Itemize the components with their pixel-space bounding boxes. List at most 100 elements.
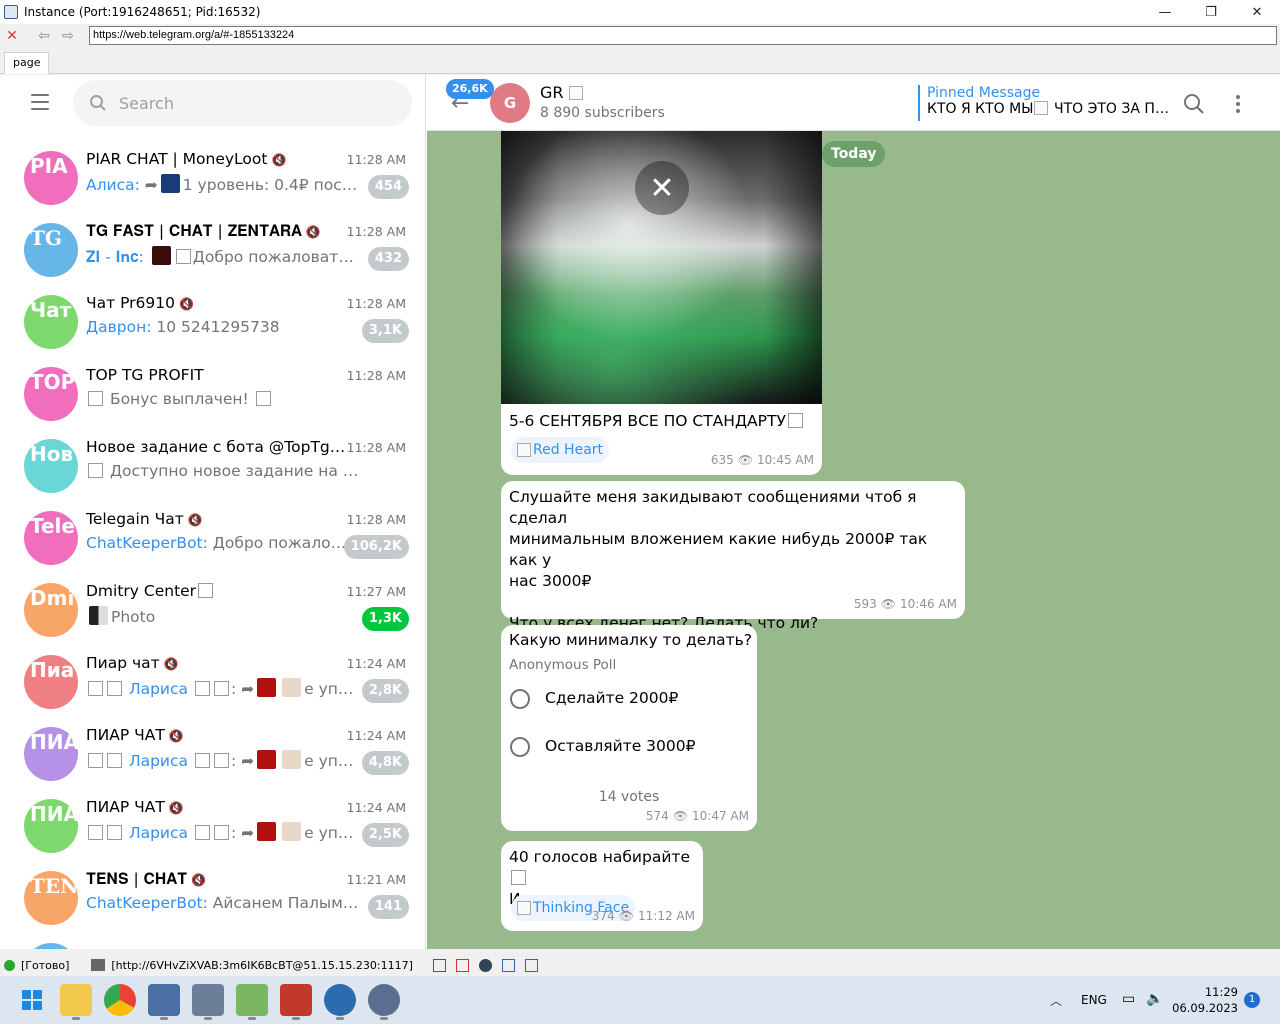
poll-bubble: Какую минималку то делать? Anonymous Pol… <box>501 625 757 831</box>
hamburger-menu-icon[interactable] <box>24 91 56 113</box>
chat-item[interactable]: Dmi Dmitry Center 11:27 AM Photo 1,3K <box>0 572 425 644</box>
tool-icon[interactable] <box>478 958 492 972</box>
back-arrow-icon[interactable]: ⇦ <box>32 25 56 47</box>
tool-icon[interactable] <box>432 958 446 972</box>
forward-icon: ➦ <box>241 824 255 842</box>
chat-item[interactable]: ПИА ПИАР ЧАТ🔇 11:24 AM Лариса : ➦е упус…… <box>0 716 425 788</box>
message-meta: 574 👁 10:47 AM <box>646 806 749 827</box>
chat-item[interactable]: TEN 𝐓𝐄𝐍𝐒 | 𝐂𝐇𝐀𝐓 🔇 11:21 AM ChatKeeperBot:… <box>0 860 425 932</box>
chat-item[interactable]: Нов Новое задание с бота @TopTgPr… 11:28… <box>0 428 425 500</box>
maximize-button[interactable]: ❐ <box>1188 0 1234 24</box>
muted-icon: 🔇 <box>168 801 184 815</box>
chat-avatar: Пиа <box>24 655 78 709</box>
message-text: нас 3000₽ <box>509 572 592 590</box>
unknown-emoji-icon <box>88 463 103 478</box>
windows-start-icon[interactable] <box>16 984 48 1016</box>
muted-icon: 🔇 <box>305 225 321 239</box>
unknown-emoji-icon <box>194 825 210 840</box>
pinned-title: Pinned Message <box>927 85 1041 101</box>
chat-item[interactable]: Пиа Пиар чат🔇 11:24 AM Лариса : ➦е упус…… <box>0 644 425 716</box>
chat-avatar: Нов <box>24 439 78 493</box>
view-count: 374 <box>591 909 615 923</box>
chat-item[interactable]: TG 𝐓𝐆 𝐅𝐀𝐒𝐓 | 𝐂𝐇𝐀𝐓 | 𝐙𝐄𝐍𝐓𝐀𝐑𝐀 🔇 11:28 AM 𝐙𝐈… <box>0 212 425 284</box>
chat-item[interactable]: Чат Чат Pr6910 🔇 11:28 AM Даврон: 10 5241… <box>0 284 425 356</box>
notepad-icon[interactable] <box>236 984 268 1020</box>
virtualbox-icon[interactable] <box>148 984 180 1020</box>
chat-item[interactable]: Tele Telegain Чат 🔇 11:28 AM ChatKeeperBo… <box>0 500 425 572</box>
chat-name: Пиар чат <box>86 654 160 672</box>
chat-name: 𝐓𝐄𝐍𝐒 | 𝐂𝐇𝐀𝐓 <box>86 870 188 888</box>
unread-badge: 2,5K <box>361 823 409 847</box>
muted-icon: 🔇 <box>191 873 207 887</box>
chevron-up-icon[interactable]: ︿ <box>1050 992 1062 1009</box>
chat-preview: 1 уровень: 0.4₽ после … <box>182 176 361 194</box>
chat-time: 11:28 AM <box>346 440 406 455</box>
file-explorer-icon[interactable] <box>60 984 92 1020</box>
chat-time: 11:28 AM <box>346 296 406 311</box>
unknown-emoji-icon <box>107 753 122 768</box>
chat-sender: Лариса <box>128 752 189 770</box>
muted-icon: 🔇 <box>271 153 287 167</box>
chat-item[interactable]: ПИА ПИАР ЧАТ🔇 11:24 AM Лариса : ➦е упус…… <box>0 788 425 860</box>
eye-icon: 👁 <box>880 597 897 611</box>
stop-icon[interactable]: ✕ <box>0 25 24 47</box>
poll-radio[interactable] <box>510 737 530 757</box>
language-indicator[interactable]: ENG <box>1081 993 1107 1007</box>
pinned-message[interactable]: Pinned Message КТО Я КТО МЫ ЧТО ЭТО ЗА П… <box>918 85 1170 121</box>
emoji-thumb <box>160 174 180 193</box>
window-titlebar: Instance (Port:1916248651; Pid:16532) — … <box>0 0 1280 24</box>
chat-preview: Добро пожаловат… <box>212 534 348 552</box>
image-thumb <box>151 246 171 265</box>
app-icon[interactable] <box>192 984 224 1020</box>
chat-avatar <box>24 943 78 949</box>
url-input[interactable]: https://web.telegram.org/a/#-1855133224 <box>89 26 1277 45</box>
chat-time: 11:24 AM <box>346 656 406 671</box>
poll-radio[interactable] <box>510 689 530 709</box>
image-thumb <box>282 822 302 841</box>
chat-name: ПИАР ЧАТ <box>86 726 165 744</box>
poll-option[interactable]: Оставляйте 3000₽ <box>545 736 696 757</box>
reaction-label: Red Heart <box>533 441 604 458</box>
window-title: Instance (Port:1916248651; Pid:16532) <box>24 5 261 19</box>
broken-image-icon <box>1033 101 1048 115</box>
more-vertical-icon[interactable] <box>1234 93 1242 115</box>
clock-time[interactable]: 11:29 <box>1178 985 1238 999</box>
image-thumb <box>257 678 277 697</box>
close-icon[interactable]: ✕ <box>635 161 689 215</box>
poll-question: Какую минималку то делать? <box>509 631 753 649</box>
clock-date[interactable]: 06.09.2023 <box>1172 1001 1238 1015</box>
chat-avatar[interactable]: G <box>490 83 530 123</box>
forward-arrow-icon[interactable]: ⇨ <box>56 25 80 47</box>
network-icon[interactable]: ▭ <box>1122 991 1135 1007</box>
filezilla-icon[interactable] <box>280 984 312 1020</box>
chat-item[interactable] <box>0 932 425 949</box>
tool-icon[interactable] <box>455 958 469 972</box>
tool-icon[interactable] <box>524 958 538 972</box>
unknown-emoji-icon <box>88 753 103 768</box>
unknown-emoji-icon <box>255 391 271 406</box>
tab-page[interactable]: page <box>4 52 50 74</box>
chat-preview: Photo <box>111 608 156 626</box>
chrome-icon[interactable] <box>104 984 136 1016</box>
eye-icon: 👁 <box>618 909 635 923</box>
message-time: 11:12 AM <box>638 909 695 923</box>
image-thumb <box>257 822 277 841</box>
notification-badge[interactable]: 1 <box>1244 992 1260 1008</box>
chat-item[interactable]: TOP TOP TG PROFIT 11:28 AM Бонус выплаче… <box>0 356 425 428</box>
search-icon[interactable] <box>1183 93 1205 115</box>
blurred-media[interactable]: ✕ <box>501 131 822 404</box>
tool-icon[interactable] <box>501 958 515 972</box>
message-time: 10:46 AM <box>900 597 957 611</box>
chat-title-block[interactable]: GR <box>540 83 585 102</box>
network-app-icon[interactable] <box>368 984 400 1020</box>
unread-badge: 1,3K <box>361 607 409 631</box>
volume-icon[interactable]: 🔈 <box>1146 991 1163 1007</box>
close-window-button[interactable]: ✕ <box>1234 0 1280 24</box>
chat-time: 11:24 AM <box>346 800 406 815</box>
minimize-button[interactable]: — <box>1142 0 1188 24</box>
search-input[interactable]: Search <box>73 80 412 126</box>
chat-item[interactable]: PIA PIAR CHAT | MoneyLoot 🔇 11:28 AM Алис… <box>0 140 425 212</box>
network-app-icon[interactable] <box>324 984 356 1020</box>
poll-option[interactable]: Сделайте 2000₽ <box>545 688 678 709</box>
reaction-red-heart[interactable]: Red Heart <box>511 437 610 463</box>
